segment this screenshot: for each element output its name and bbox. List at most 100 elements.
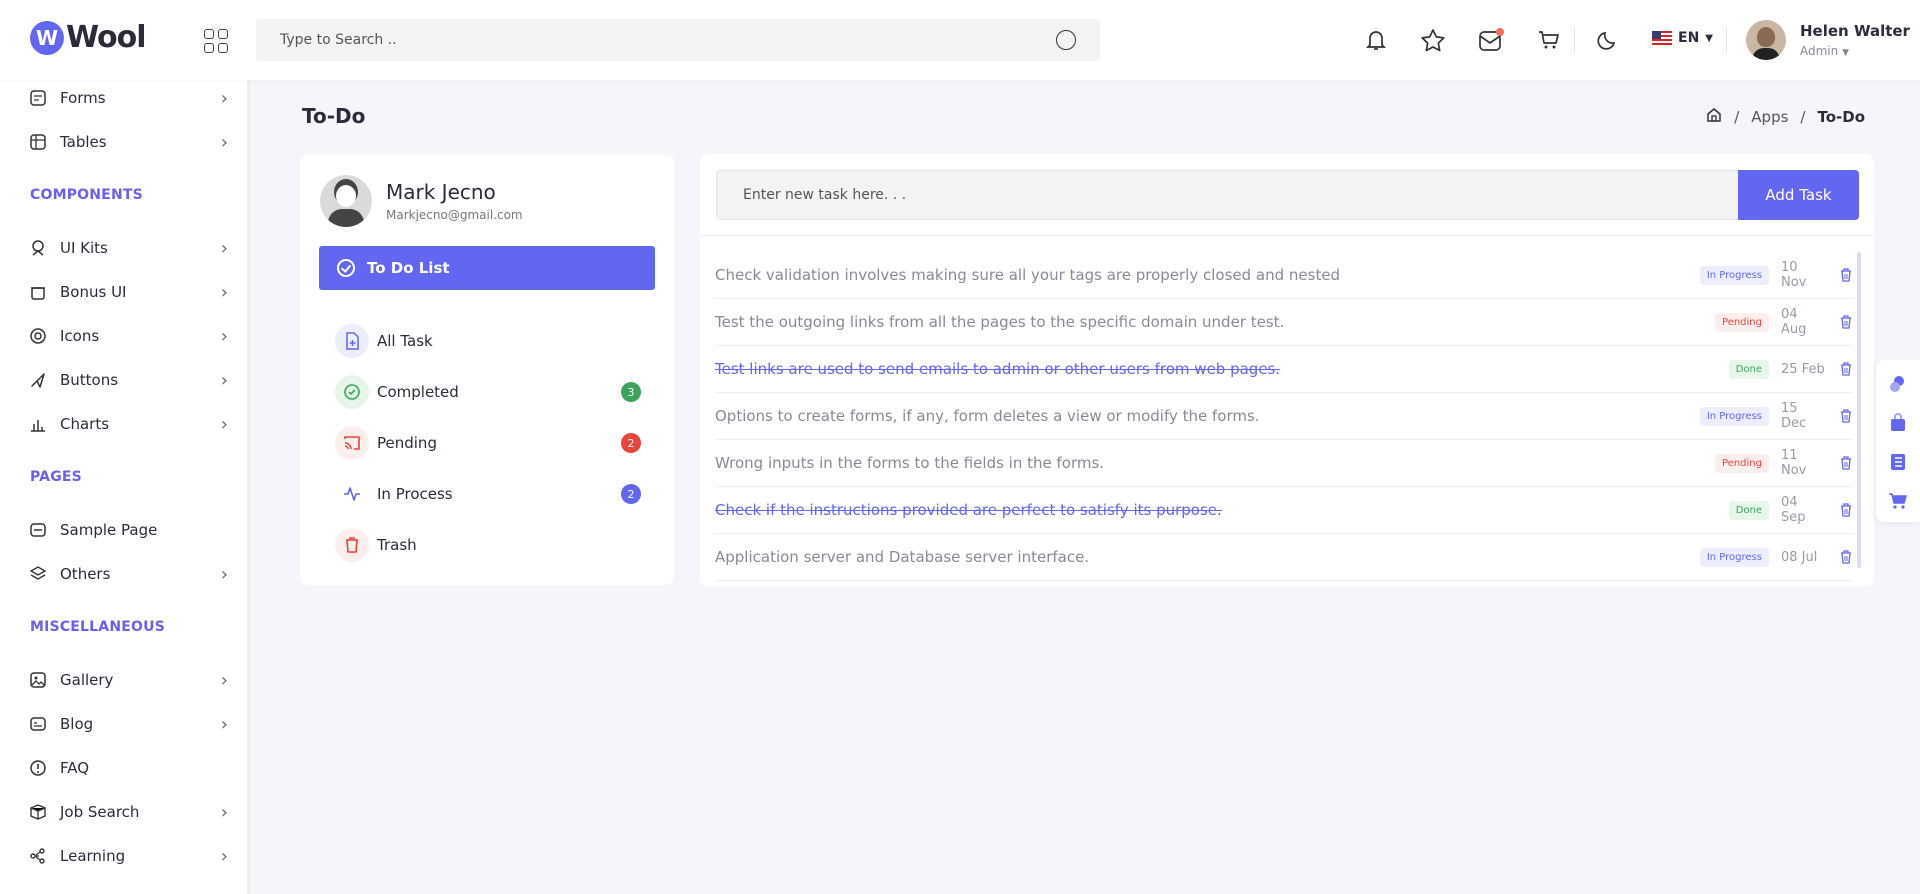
message-icon[interactable] (1477, 26, 1505, 54)
new-task-row: Add Task (716, 170, 1859, 220)
chevron-right-icon: › (220, 131, 228, 153)
ui-kits-icon (28, 239, 48, 257)
sidebar-item-ui-kits[interactable]: UI Kits › (28, 236, 228, 260)
task-text[interactable]: Check validation involves making sure al… (715, 266, 1700, 284)
trash-icon[interactable] (1839, 361, 1853, 377)
sidebar-item-label: Tables (60, 133, 107, 151)
check-circle-icon (337, 259, 355, 277)
status-badge: Pending (1715, 312, 1769, 332)
task-row[interactable]: Application server and Database server i… (715, 534, 1853, 581)
task-text[interactable]: Options to create forms, if any, form de… (715, 407, 1700, 425)
tasks-scrollbar[interactable] (1857, 252, 1861, 568)
file-plus-icon (335, 324, 369, 358)
breadcrumb-separator: / (1800, 108, 1806, 126)
sidebar-item-faq[interactable]: FAQ (28, 756, 228, 780)
profile: Mark Jecno Markjecno@gmail.com (320, 175, 523, 227)
avatar (320, 175, 372, 227)
sidebar-item-bonus-ui[interactable]: Bonus UI › (28, 280, 228, 304)
task-text[interactable]: Test links are used to send emails to ad… (715, 360, 1729, 378)
chevron-right-icon: › (220, 845, 228, 867)
chevron-right-icon: › (220, 237, 228, 259)
tables-icon (28, 133, 48, 151)
bag-icon[interactable] (1888, 413, 1908, 433)
sidebar-item-gallery[interactable]: Gallery › (28, 668, 228, 692)
breadcrumb-apps[interactable]: Apps (1751, 108, 1788, 126)
task-date: 04 Aug (1781, 307, 1807, 337)
sidebar-item-others[interactable]: Others › (28, 562, 228, 586)
notebook-icon[interactable] (1888, 452, 1908, 472)
status-badge: In Progress (1699, 547, 1769, 567)
chevron-right-icon: › (220, 325, 228, 347)
bell-icon[interactable] (1362, 26, 1390, 54)
sidebar-item-charts[interactable]: Charts › (28, 412, 228, 436)
sidebar-scrollbar[interactable] (247, 80, 250, 894)
user-menu[interactable]: Helen Walter Admin ▼ (1746, 20, 1910, 60)
cart-icon[interactable] (1535, 26, 1563, 54)
count-badge: 2 (621, 484, 641, 504)
filter-label: All Task (377, 332, 433, 350)
tasks-card: Add Task Check validation involves makin… (700, 154, 1874, 586)
moon-icon[interactable] (1594, 26, 1622, 54)
trash-icon[interactable] (1839, 314, 1853, 330)
filter-in-process[interactable]: In Process 2 (335, 477, 641, 511)
new-task-input[interactable] (717, 171, 1738, 219)
trash-icon[interactable] (1839, 549, 1853, 565)
task-text[interactable]: Application server and Database server i… (715, 548, 1700, 566)
filter-pending[interactable]: Pending 2 (335, 426, 641, 460)
sidebar-item-job-search[interactable]: Job Search › (28, 800, 228, 824)
todo-list-button[interactable]: To Do List (319, 246, 655, 290)
sidebar-item-sample-page[interactable]: Sample Page (28, 518, 228, 542)
filter-label: Trash (377, 536, 417, 554)
filter-label: Pending (377, 434, 437, 452)
avatar (1746, 20, 1786, 60)
todo-list-label: To Do List (367, 259, 450, 277)
task-row[interactable]: Check validation involves making sure al… (715, 252, 1853, 299)
chevron-right-icon: › (220, 413, 228, 435)
search-input[interactable] (280, 32, 1056, 48)
task-row[interactable]: Options to create forms, if any, form de… (715, 393, 1853, 440)
chevron-right-icon: › (220, 281, 228, 303)
sidebar-item-label: Job Search (60, 803, 140, 821)
filter-completed[interactable]: Completed 3 (335, 375, 641, 409)
language-selector[interactable]: EN ▼ (1652, 30, 1713, 46)
breadcrumb-current: To-Do (1817, 108, 1865, 126)
sidebar-item-learning[interactable]: Learning › (28, 844, 228, 868)
sidebar-item-icons[interactable]: Icons › (28, 324, 228, 348)
sidebar-item-label: Sample Page (60, 521, 158, 539)
sidebar-item-label: Charts (60, 415, 110, 433)
sidebar-item-buttons[interactable]: Buttons › (28, 368, 228, 392)
floating-quick-panel (1876, 360, 1920, 522)
task-row[interactable]: Wrong inputs in the forms to the fields … (715, 440, 1853, 487)
filter-trash[interactable]: Trash (335, 528, 641, 562)
sidebar-item-tables[interactable]: Tables › (28, 130, 228, 154)
logo-text: Wool (66, 20, 147, 55)
faq-icon (28, 759, 48, 777)
trash-icon[interactable] (1839, 267, 1853, 283)
sidebar-item-blog[interactable]: Blog › (28, 712, 228, 736)
job-search-icon (28, 803, 48, 821)
status-badge: In Progress (1699, 265, 1769, 285)
trash-icon[interactable] (1839, 408, 1853, 424)
profile-email: Markjecno@gmail.com (386, 208, 523, 222)
add-task-button[interactable]: Add Task (1738, 170, 1859, 220)
sidebar-item-label: Others (60, 565, 111, 583)
apps-grid-icon[interactable] (204, 29, 228, 53)
task-text[interactable]: Check if the instructions provided are p… (715, 501, 1729, 519)
count-badge: 2 (621, 433, 641, 453)
cart-icon[interactable] (1888, 491, 1908, 511)
task-text[interactable]: Wrong inputs in the forms to the fields … (715, 454, 1715, 472)
trash-icon[interactable] (1839, 502, 1853, 518)
task-text[interactable]: Test the outgoing links from all the pag… (715, 313, 1715, 331)
brand-logo[interactable]: W Wool (30, 20, 147, 55)
home-icon[interactable] (1706, 107, 1722, 127)
search-icon[interactable] (1056, 30, 1076, 50)
task-row[interactable]: Test links are used to send emails to ad… (715, 346, 1853, 393)
filter-all-task[interactable]: All Task (335, 324, 641, 358)
profile-name: Mark Jecno (386, 180, 496, 204)
task-row[interactable]: Check if the instructions provided are p… (715, 487, 1853, 534)
star-icon[interactable] (1419, 26, 1447, 54)
users-icon[interactable] (1888, 374, 1908, 394)
trash-icon[interactable] (1839, 455, 1853, 471)
sidebar-item-forms[interactable]: Forms › (28, 86, 228, 110)
task-row[interactable]: Test the outgoing links from all the pag… (715, 299, 1853, 346)
